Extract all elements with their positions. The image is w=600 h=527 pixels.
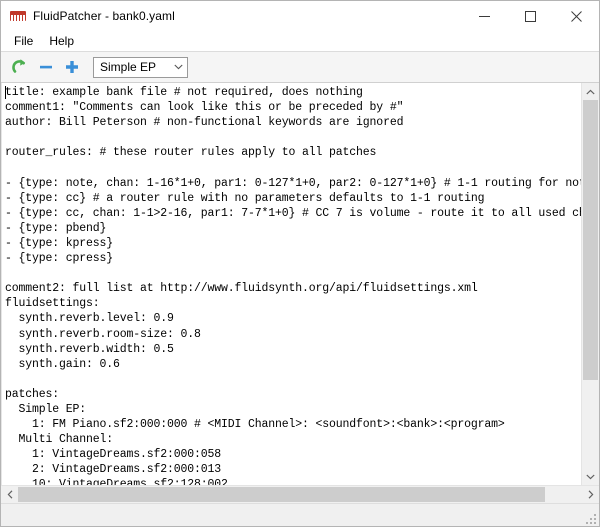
horizontal-scrollbar[interactable] bbox=[1, 485, 599, 503]
patch-select[interactable]: Simple EP bbox=[93, 56, 188, 78]
caption-buttons bbox=[461, 1, 599, 31]
yaml-editor[interactable]: title: example bank file # not required,… bbox=[1, 83, 581, 485]
remove-patch-button[interactable] bbox=[33, 55, 59, 79]
app-window: FluidPatcher - bank0.yaml File Help Simp… bbox=[0, 0, 600, 527]
add-patch-button[interactable] bbox=[59, 55, 85, 79]
menu-help[interactable]: Help bbox=[43, 32, 82, 51]
minus-icon bbox=[40, 65, 52, 69]
close-button[interactable] bbox=[553, 1, 599, 31]
minimize-button[interactable] bbox=[461, 1, 507, 31]
close-icon bbox=[570, 10, 582, 22]
status-bar bbox=[1, 503, 599, 526]
menu-bar: File Help bbox=[1, 31, 599, 52]
piano-icon bbox=[10, 8, 26, 24]
horizontal-scroll-thumb[interactable] bbox=[18, 487, 545, 502]
editor-area: title: example bank file # not required,… bbox=[1, 83, 599, 503]
chevron-down-icon bbox=[586, 474, 595, 479]
scroll-left-button[interactable] bbox=[1, 486, 18, 503]
menu-file[interactable]: File bbox=[8, 32, 41, 51]
patch-select-value: Simple EP bbox=[100, 60, 157, 74]
chevron-right-icon bbox=[588, 490, 593, 499]
maximize-button[interactable] bbox=[507, 1, 553, 31]
scroll-up-button[interactable] bbox=[582, 83, 599, 100]
yaml-content: title: example bank file # not required,… bbox=[5, 86, 581, 485]
toolbar: Simple EP bbox=[1, 52, 599, 83]
chevron-up-icon bbox=[586, 89, 595, 94]
plus-icon bbox=[66, 61, 78, 73]
window-title: FluidPatcher - bank0.yaml bbox=[33, 9, 175, 23]
resize-grip[interactable] bbox=[584, 512, 596, 524]
maximize-icon bbox=[524, 10, 536, 22]
refresh-button[interactable] bbox=[7, 55, 33, 79]
vertical-scrollbar[interactable] bbox=[581, 83, 599, 485]
refresh-arrow-icon bbox=[12, 59, 26, 73]
title-bar: FluidPatcher - bank0.yaml bbox=[1, 1, 599, 31]
vertical-scroll-track[interactable] bbox=[582, 100, 599, 468]
minimize-icon bbox=[478, 15, 490, 17]
vertical-scroll-thumb[interactable] bbox=[583, 100, 598, 380]
scroll-down-button[interactable] bbox=[582, 468, 599, 485]
chevron-left-icon bbox=[7, 490, 12, 499]
text-caret bbox=[5, 86, 6, 99]
scroll-right-button[interactable] bbox=[582, 486, 599, 503]
horizontal-scroll-track[interactable] bbox=[18, 486, 582, 503]
chevron-down-icon bbox=[169, 64, 187, 70]
